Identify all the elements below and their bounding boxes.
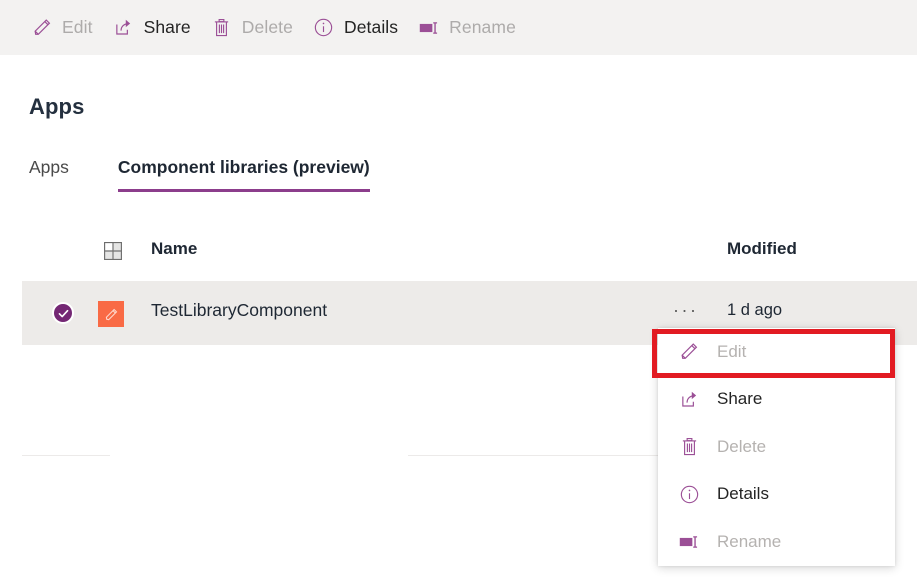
app-pencil-thumbnail: [98, 301, 124, 327]
row-divider: [22, 455, 110, 456]
menu-item-rename-label: Rename: [717, 531, 782, 551]
rename-icon: [678, 531, 700, 553]
menu-item-delete[interactable]: Delete: [658, 423, 895, 471]
rename-icon: [418, 17, 440, 39]
menu-item-share[interactable]: Share: [658, 376, 895, 424]
menu-item-edit-label: Edit: [717, 341, 747, 361]
command-delete-button[interactable]: Delete: [202, 8, 302, 48]
trash-icon: [678, 436, 700, 458]
menu-item-details[interactable]: Details: [658, 471, 895, 519]
row-app-name[interactable]: TestLibraryComponent: [151, 300, 327, 321]
pencil-icon: [31, 17, 53, 39]
command-edit-label: Edit: [62, 17, 93, 37]
command-rename-button[interactable]: Rename: [409, 8, 525, 48]
command-details-label: Details: [343, 17, 399, 37]
tab-strip: Apps Component libraries (preview): [29, 157, 370, 192]
tab-component-libraries[interactable]: Component libraries (preview): [117, 157, 370, 192]
menu-item-share-label: Share: [717, 389, 763, 409]
tab-apps[interactable]: Apps: [29, 157, 69, 192]
command-edit-button[interactable]: Edit: [22, 8, 102, 48]
command-rename-label: Rename: [449, 17, 516, 37]
row-overflow-menu-button[interactable]: ···: [673, 300, 698, 321]
info-icon: [678, 483, 700, 505]
command-share-label: Share: [143, 17, 191, 37]
command-bar: Edit Share Delete Details Rename: [0, 0, 917, 55]
row-modified-value: 1 d ago: [727, 301, 783, 319]
menu-item-details-label: Details: [717, 484, 769, 504]
menu-item-edit[interactable]: Edit: [658, 328, 895, 376]
pencil-icon: [678, 341, 700, 363]
column-header-modified[interactable]: Modified: [727, 239, 797, 259]
share-icon: [113, 17, 135, 39]
share-icon: [678, 388, 700, 410]
trash-icon: [211, 17, 233, 39]
menu-item-rename[interactable]: Rename: [658, 518, 895, 566]
list-header-row: Name Modified: [0, 233, 917, 271]
component-grid-icon[interactable]: [101, 239, 125, 263]
context-menu: Edit Share Delete Details Rename: [658, 328, 895, 566]
menu-item-delete-label: Delete: [717, 436, 767, 456]
column-header-name[interactable]: Name: [151, 239, 197, 259]
checkmark-circle-icon[interactable]: [52, 302, 74, 324]
command-details-button[interactable]: Details: [304, 8, 407, 48]
info-icon: [313, 17, 335, 39]
row-divider: [408, 455, 658, 456]
command-share-button[interactable]: Share: [104, 8, 200, 48]
page-title: Apps: [29, 94, 85, 119]
command-delete-label: Delete: [241, 17, 293, 37]
